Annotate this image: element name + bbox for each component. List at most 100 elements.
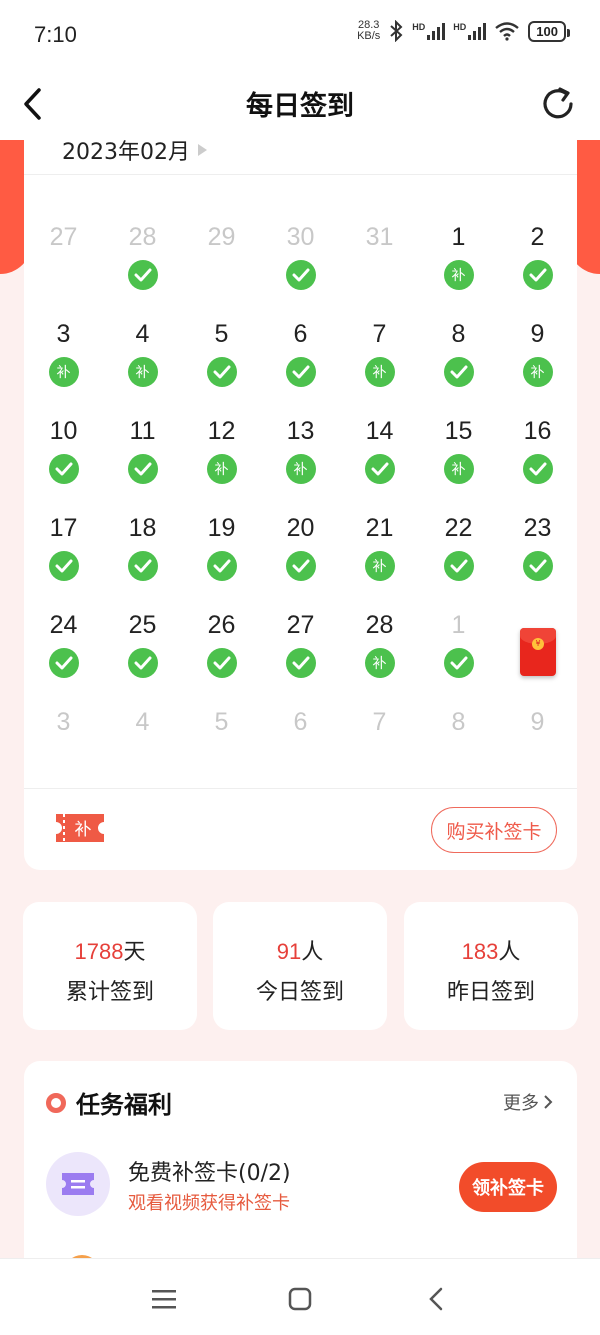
stat-unit: 人 (498, 940, 521, 965)
calendar-day[interactable]: 24 (24, 608, 103, 705)
calendar-day[interactable]: 28 补 (340, 608, 419, 705)
task-name: 免费补签卡(0/2) (128, 1161, 291, 1186)
stat-card-total: 1788天 累计签到 (23, 902, 197, 1030)
day-number: 8 (451, 708, 466, 736)
day-number: 20 (286, 514, 315, 542)
header: 每日签到 (0, 72, 600, 140)
day-number: 21 (365, 514, 394, 542)
day-number: 22 (444, 514, 473, 542)
net-speed-unit: KB/s (357, 30, 381, 42)
calendar-day[interactable]: 7补 (340, 317, 419, 414)
stat-value: 91 (276, 939, 302, 964)
calendar-day[interactable]: 30 (261, 220, 340, 317)
day-number: 23 (523, 514, 552, 542)
checked-icon (522, 551, 553, 581)
calendar-day[interactable]: ¥ (498, 608, 577, 705)
checked-icon (522, 260, 553, 290)
day-number: 7 (372, 320, 387, 348)
calendar-day[interactable]: 9补 (498, 317, 577, 414)
day-number: 1 (451, 611, 466, 639)
day-number: 6 (293, 320, 308, 348)
task-description: 观看视频获得补签卡 (128, 1193, 290, 1214)
status-bar: 7:10 28.3 KB/s HD HD 100 (0, 0, 600, 72)
status-icons: 28.3 KB/s HD HD 100 (357, 20, 570, 42)
calendar-day[interactable]: 6 (261, 317, 340, 414)
calendar-day[interactable]: 18 (103, 511, 182, 608)
month-label: 2023年02月 (62, 140, 190, 165)
day-number: 4 (135, 708, 150, 736)
menu-icon (152, 1290, 176, 1309)
nav-back-button[interactable] (416, 1279, 456, 1319)
divider (24, 788, 577, 789)
calendar-day[interactable]: 20 (261, 511, 340, 608)
calendar-day[interactable]: 22 (419, 511, 498, 608)
buy-makeup-card-button[interactable]: 购买补签卡 (431, 807, 557, 853)
more-link[interactable]: 更多 (503, 1089, 553, 1115)
day-number: 9 (530, 320, 545, 348)
calendar-day[interactable]: 23 (498, 511, 577, 608)
calendar-day[interactable]: 29 (182, 220, 261, 317)
calendar-day[interactable]: 17 (24, 511, 103, 608)
day-number: 28 (128, 223, 157, 251)
checked-icon (127, 454, 158, 484)
calendar-day[interactable]: 14 (340, 414, 419, 511)
day-number: 12 (207, 417, 236, 445)
day-number: 5 (214, 708, 229, 736)
calendar-day[interactable]: 11 (103, 414, 182, 511)
makeup-signed-icon: 补 (48, 357, 79, 387)
makeup-signed-icon: 补 (522, 357, 553, 387)
calendar-day[interactable]: 13 补 (261, 414, 340, 511)
calendar-day[interactable]: 1补 (419, 220, 498, 317)
checked-icon (127, 551, 158, 581)
day-number: 29 (207, 223, 236, 251)
calendar-day[interactable]: 12 补 (182, 414, 261, 511)
day-number: 15 (444, 417, 473, 445)
bluetooth-icon (390, 20, 403, 42)
checked-icon (285, 260, 316, 290)
next-month-arrow-icon[interactable] (197, 144, 207, 156)
day-number: 26 (207, 611, 236, 639)
calendar-day[interactable]: 8 (419, 317, 498, 414)
day-number: 18 (128, 514, 157, 542)
makeup-signed-icon: 补 (443, 454, 474, 484)
calendar-day[interactable]: 16 (498, 414, 577, 511)
day-number: 8 (451, 320, 466, 348)
refresh-button[interactable] (534, 80, 582, 128)
calendar-day[interactable]: 27 (261, 608, 340, 705)
day-number: 5 (214, 320, 229, 348)
page-title: 每日签到 (246, 91, 354, 122)
red-packet-icon[interactable]: ¥ (520, 628, 556, 676)
calendar-day[interactable]: 15 补 (419, 414, 498, 511)
calendar-day[interactable]: 31 (340, 220, 419, 317)
calendar-day[interactable]: 5 (182, 317, 261, 414)
calendar-day[interactable]: 3补 (24, 317, 103, 414)
stat-label: 昨日签到 (446, 980, 535, 1005)
calendar-day[interactable]: 21 补 (340, 511, 419, 608)
menu-button[interactable] (144, 1279, 184, 1319)
day-number: 3 (56, 320, 71, 348)
makeup-ticket-icon: 补 (56, 814, 104, 842)
makeup-signed-icon: 补 (364, 551, 395, 581)
calendar-day[interactable]: 28 (103, 220, 182, 317)
calendar-day[interactable]: 10 (24, 414, 103, 511)
checked-icon (522, 454, 553, 484)
calendar-day[interactable]: 26 (182, 608, 261, 705)
day-number: 10 (49, 417, 78, 445)
calendar-day[interactable]: 25 (103, 608, 182, 705)
home-icon (288, 1287, 312, 1311)
calendar-day[interactable]: 19 (182, 511, 261, 608)
calendar-day[interactable]: 27 (24, 220, 103, 317)
claim-makeup-card-button[interactable]: 领补签卡 (459, 1162, 557, 1212)
chevron-right-icon (544, 1095, 553, 1109)
calendar-day[interactable]: 2 (498, 220, 577, 317)
refresh-icon (543, 87, 573, 119)
ticket-card-icon (46, 1152, 110, 1216)
month-selector[interactable]: 2023年02月 (62, 140, 207, 174)
day-number: 11 (129, 417, 156, 445)
signal-icon: HD (453, 22, 487, 40)
day-number: 7 (372, 708, 387, 736)
home-button[interactable] (280, 1279, 320, 1319)
calendar-day[interactable]: 1 (419, 608, 498, 705)
section-title-text: 任务福利 (76, 1091, 172, 1119)
calendar-day[interactable]: 4补 (103, 317, 182, 414)
